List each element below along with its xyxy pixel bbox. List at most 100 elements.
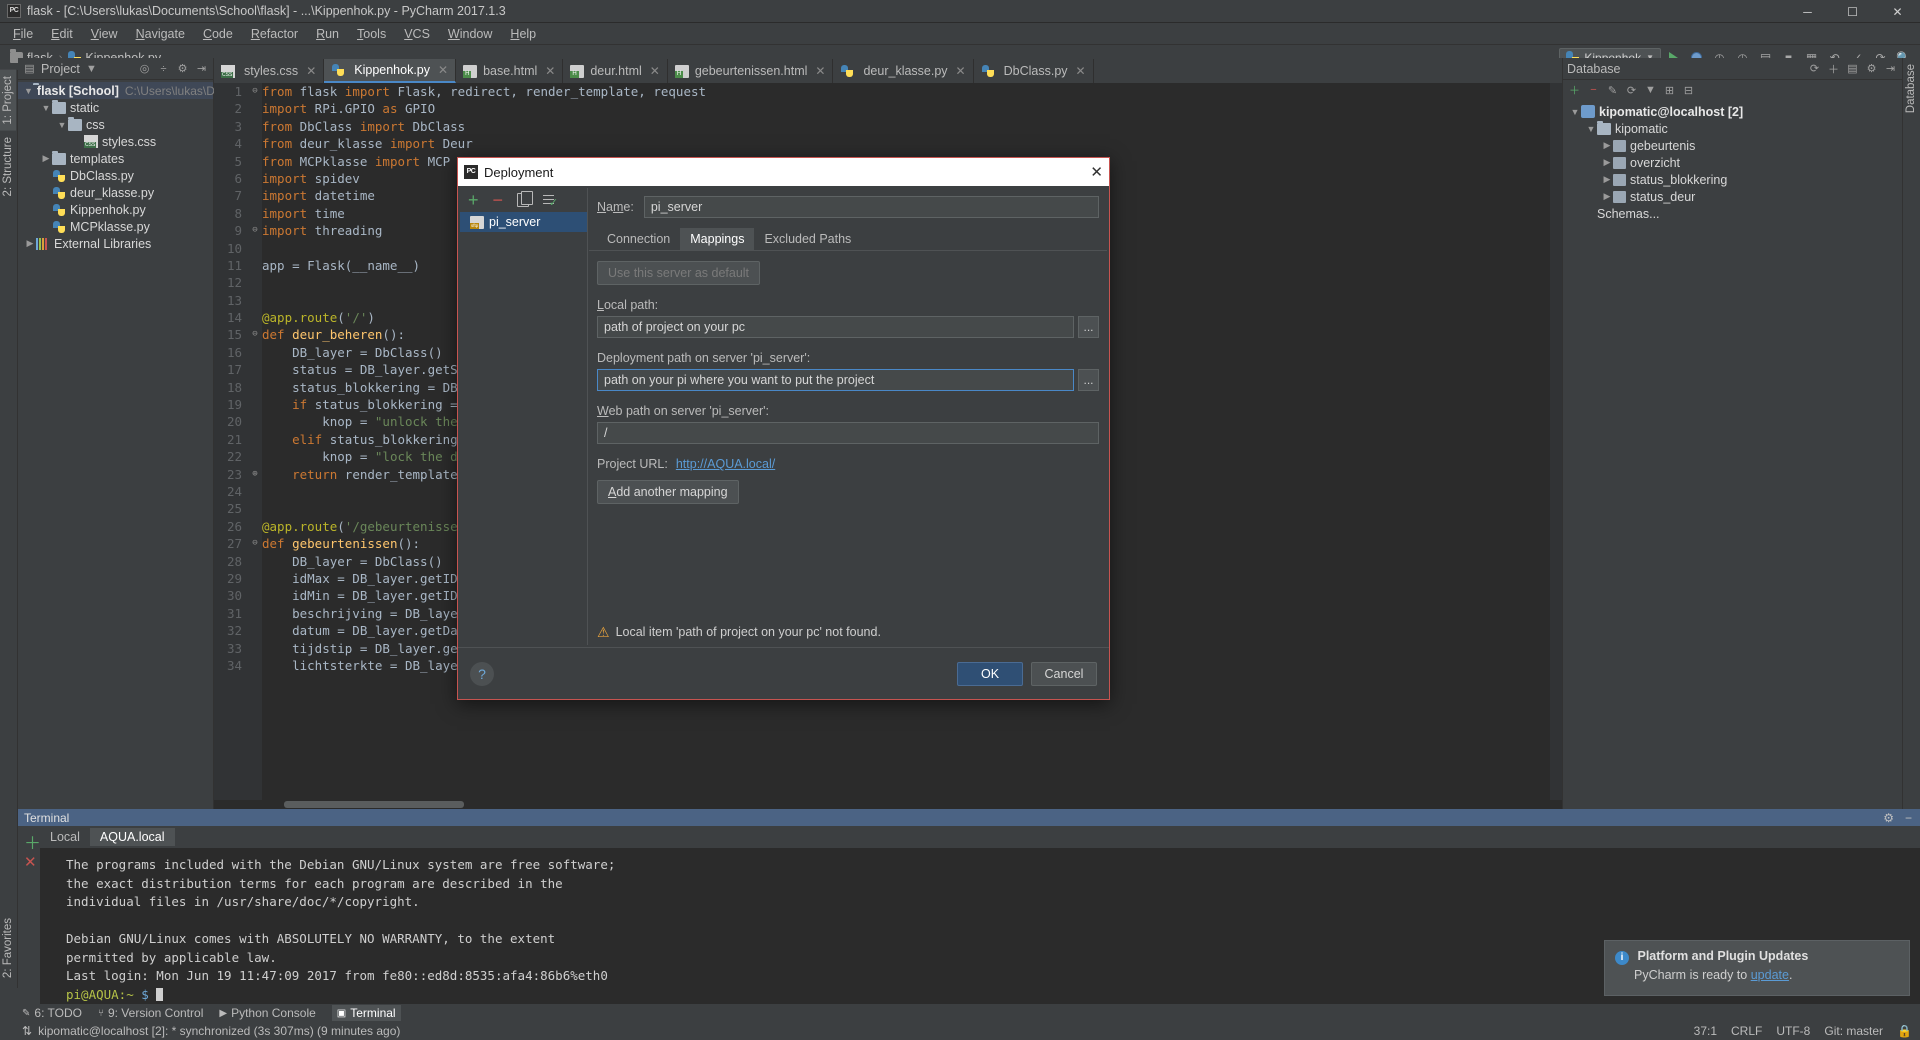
new-terminal-session-button[interactable]: ＋ [24,829,41,854]
code-line[interactable]: 3from DbClass import DbClass [214,118,1562,135]
chevron-right-icon[interactable] [1601,191,1613,202]
remove-server-button[interactable]: − [493,192,504,208]
fold-toggle-icon[interactable]: ⊖ [248,83,262,100]
chevron-down-icon[interactable] [56,120,68,130]
web-path-input[interactable] [597,422,1099,444]
close-button[interactable]: ✕ [1875,0,1920,23]
menu-item-vcs[interactable]: VCS [395,25,439,43]
minimize-button[interactable]: ─ [1785,0,1830,23]
fold-toggle-icon[interactable]: ⊖ [248,326,262,343]
file-encoding[interactable]: UTF-8 [1776,1024,1810,1038]
use-as-default-button[interactable]: Use this server as default [597,261,760,285]
menu-item-file[interactable]: File [4,25,42,43]
add-icon[interactable]: ＋ [1567,83,1582,98]
edit-icon[interactable]: ✎ [1605,83,1620,98]
caret-position[interactable]: 37:1 [1694,1024,1717,1038]
chevron-down-icon[interactable] [1569,107,1581,117]
add-another-mapping-button[interactable]: Add another mapping [597,480,739,504]
scroll-from-source-icon[interactable]: ◎ [137,61,152,76]
database-tree-item[interactable]: kipomatic@localhost [2] [1563,103,1902,120]
git-branch[interactable]: Git: master [1824,1024,1883,1038]
database-tree-item[interactable]: overzicht [1563,154,1902,171]
filter-icon[interactable]: ▼ [1643,83,1658,98]
menu-item-edit[interactable]: Edit [42,25,82,43]
hide-panel-icon[interactable]: ⇥ [1883,61,1898,76]
local-path-input[interactable] [597,316,1074,338]
bottom-tool-terminal[interactable]: ▣Terminal [332,1005,401,1021]
copy-icon[interactable] [517,193,529,207]
close-icon[interactable]: ✕ [815,64,825,78]
menu-item-help[interactable]: Help [501,25,545,43]
fold-toggle-icon[interactable]: ⊖ [248,222,262,239]
lock-icon[interactable]: 🔒 [1897,1024,1912,1038]
editor-tab-base-html[interactable]: base.html✕ [456,59,563,83]
close-icon[interactable]: ✕ [1076,64,1086,78]
bottom-tool-python-console[interactable]: ▶Python Console [219,1006,315,1020]
collapse-all-icon[interactable]: ÷ [156,61,171,76]
code-line[interactable]: 2import RPi.GPIO as GPIO [214,100,1562,117]
chevron-right-icon[interactable] [24,238,36,249]
menu-item-window[interactable]: Window [439,25,501,43]
project-tree-item[interactable]: css [18,116,213,133]
project-tree-item[interactable]: templates [18,150,213,167]
editor-horizontal-scrollbar[interactable] [214,800,1562,809]
chevron-down-icon[interactable]: ▼ [84,61,99,76]
expand-icon[interactable]: ⊞ [1662,83,1677,98]
add-datasource-icon[interactable]: ＋ [1826,61,1841,76]
notification-balloon[interactable]: i Platform and Plugin Updates PyCharm is… [1604,940,1910,996]
chevron-down-icon[interactable] [24,86,33,96]
project-tree-item[interactable]: flask [School]C:\Users\lukas\Docum [18,82,213,99]
bottom-tool-6-todo[interactable]: ✎6: TODO [22,1006,82,1020]
database-tree-item[interactable]: kipomatic [1563,120,1902,137]
bottom-tool-9-version-control[interactable]: ⑂9: Version Control [98,1006,203,1020]
dialog-tab-excluded-paths[interactable]: Excluded Paths [754,228,861,250]
sidebar-item-project[interactable]: 1: Project [0,70,16,131]
database-tree-item[interactable]: gebeurtenis [1563,137,1902,154]
menu-item-tools[interactable]: Tools [348,25,395,43]
database-tree-item[interactable]: status_blokkering [1563,171,1902,188]
menu-item-view[interactable]: View [82,25,127,43]
balloon-update-link[interactable]: update [1751,968,1789,982]
server-list-item[interactable]: pi_server [460,212,587,232]
menu-item-refactor[interactable]: Refactor [242,25,307,43]
gear-icon[interactable]: ⚙ [1883,811,1894,825]
help-button[interactable]: ? [470,662,494,686]
close-icon[interactable]: ✕ [650,64,660,78]
close-icon[interactable]: ✕ [1090,163,1103,181]
deployment-dialog[interactable]: PC Deployment ✕ + − ✓ pi_server [457,157,1110,700]
sidebar-item-structure[interactable]: 2: Structure [0,131,16,202]
menu-item-run[interactable]: Run [307,25,348,43]
project-tree-item[interactable]: MCPklasse.py [18,218,213,235]
chevron-right-icon[interactable] [1601,174,1613,185]
fold-toggle-icon[interactable]: ⊕ [248,466,262,483]
sidebar-item-database[interactable]: Database [1903,58,1919,119]
close-icon[interactable]: ✕ [956,64,966,78]
project-tree-item[interactable]: DbClass.py [18,167,213,184]
maximize-button[interactable]: ☐ [1830,0,1875,23]
dialog-tab-mappings[interactable]: Mappings [680,228,754,250]
gear-icon[interactable]: ⚙ [175,61,190,76]
chevron-down-icon[interactable] [1585,124,1597,134]
terminal-tab-local[interactable]: Local [40,828,90,846]
console-icon[interactable]: ▤ [1845,61,1860,76]
close-icon[interactable]: ✕ [306,64,316,78]
hide-panel-icon[interactable]: ⇥ [194,61,209,76]
project-tree-item[interactable]: static [18,99,213,116]
dialog-tab-connection[interactable]: Connection [597,228,680,250]
add-server-button[interactable]: + [468,192,479,208]
close-icon[interactable]: ✕ [545,64,555,78]
assign-icon[interactable]: ✓ [543,194,557,207]
editor-tab-Kippenhok-py[interactable]: Kippenhok.py✕ [324,59,456,83]
sidebar-item-favorites[interactable]: 2: Favorites [0,912,16,984]
editor-tab-deur-html[interactable]: deur.html✕ [563,59,667,83]
project-tree-item[interactable]: External Libraries [18,235,213,252]
chevron-right-icon[interactable] [1601,157,1613,168]
project-tree-item[interactable]: styles.css [18,133,213,150]
close-icon[interactable]: ✕ [438,63,448,77]
menu-item-navigate[interactable]: Navigate [127,25,194,43]
database-tree-item[interactable]: Schemas... [1563,205,1902,222]
editor-tab-DbClass-py[interactable]: DbClass.py✕ [974,59,1094,83]
refresh-icon[interactable]: ⟳ [1807,61,1822,76]
line-separator[interactable]: CRLF [1731,1024,1762,1038]
project-tree-item[interactable]: Kippenhok.py [18,201,213,218]
